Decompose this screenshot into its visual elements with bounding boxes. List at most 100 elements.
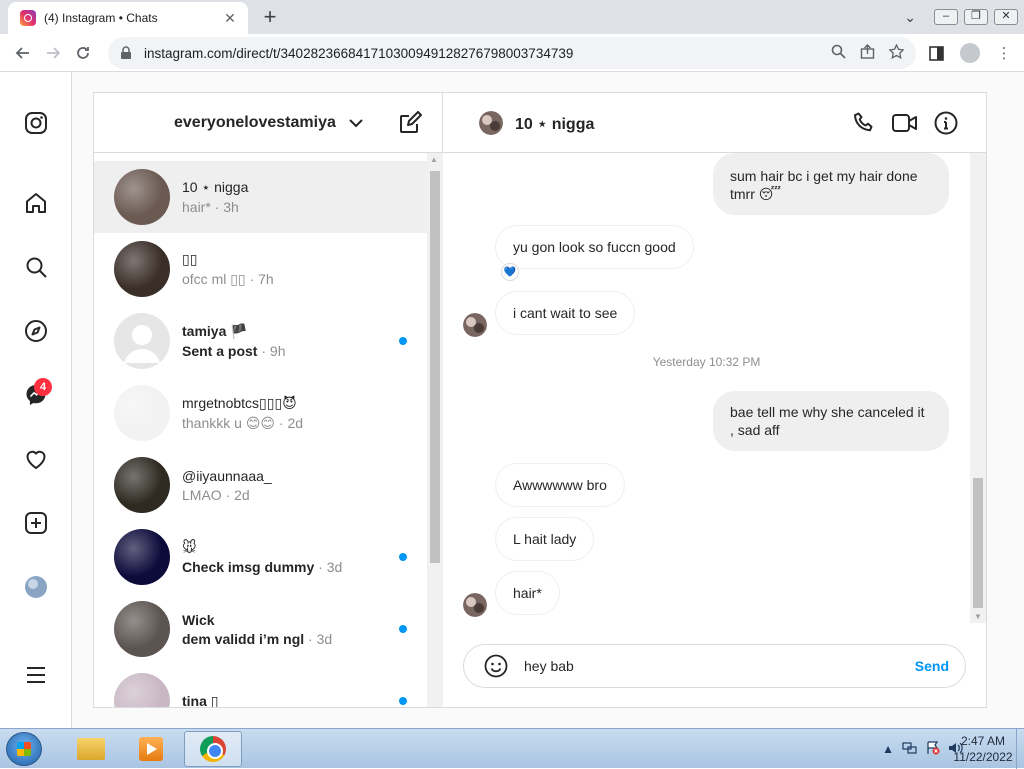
thread-separator: · — [210, 199, 224, 215]
home-icon[interactable] — [24, 191, 48, 215]
create-post-icon[interactable] — [24, 511, 48, 535]
message-bubble-sent[interactable]: sum hair bc i get my hair done tmrr 😴 — [713, 153, 949, 215]
thread-separator: · — [245, 270, 259, 287]
windows-taskbar: ▲ 2:47 AM 11/22/2022 — [0, 728, 1024, 769]
thread-time: 7h — [258, 270, 274, 287]
sender-avatar[interactable] — [463, 313, 487, 337]
chat-avatar[interactable] — [479, 111, 503, 135]
message-input[interactable] — [524, 658, 915, 674]
new-message-compose-icon[interactable] — [398, 111, 422, 140]
thread-time: 3h — [223, 199, 239, 215]
thread-avatar — [114, 241, 170, 297]
file-explorer-taskbar-icon[interactable] — [62, 731, 120, 767]
account-switcher[interactable]: everyonelovestamiya — [174, 113, 366, 133]
chat-scrollbar[interactable]: ▼ — [970, 153, 986, 623]
chat-title[interactable]: 10 ⋆ nigga — [515, 114, 594, 134]
thread-time: 2d — [234, 486, 250, 503]
thread-row[interactable]: Wick dem validd i’m ngl · 3d — [94, 593, 427, 665]
thread-time: 3d — [326, 559, 343, 575]
more-menu-icon[interactable] — [24, 663, 48, 687]
thread-avatar — [114, 529, 170, 585]
inbox-scrollbar[interactable]: ▲ — [427, 153, 443, 707]
thread-avatar — [114, 169, 170, 225]
thread-preview: Sent a post · 9h — [182, 343, 286, 359]
scroll-up-arrow-icon[interactable]: ▲ — [430, 155, 438, 164]
thread-row[interactable]: ▯▯ ofcc ml ▯▯ · 7h — [94, 233, 427, 305]
thread-time: 9h — [269, 343, 286, 359]
message-bubble-received[interactable]: Awwwwww bro — [495, 463, 625, 507]
bookmark-star-icon[interactable] — [888, 42, 905, 63]
message-bubble-received[interactable]: yu gon look so fuccn good — [495, 225, 694, 269]
thread-avatar — [114, 457, 170, 513]
thread-preview: hair* · 3h — [182, 199, 248, 215]
thread-row[interactable]: 🐭 Check imsg dummy · 3d — [94, 521, 427, 593]
action-center-flag-icon[interactable] — [926, 740, 940, 758]
video-call-icon[interactable] — [892, 111, 918, 140]
system-clock[interactable]: 2:47 AM 11/22/2022 — [950, 733, 1016, 765]
thread-name: tamiya 🏴 — [182, 323, 248, 339]
unread-dot — [399, 697, 407, 705]
address-bar[interactable]: instagram.com/direct/t/34028236684171030… — [108, 37, 916, 69]
message-bubble-received[interactable]: L hait lady — [495, 517, 595, 561]
emoji-picker-icon[interactable] — [484, 654, 508, 678]
browser-menu-icon[interactable]: ⋮ — [992, 38, 1016, 68]
thread-time: 2d — [287, 414, 304, 431]
chevron-down-icon — [349, 119, 363, 128]
thread-separator: · — [275, 414, 288, 431]
message-bubble-received[interactable]: hair* — [495, 571, 560, 615]
thread-avatar — [114, 313, 170, 369]
unread-dot — [399, 337, 407, 345]
media-player-taskbar-icon[interactable] — [122, 731, 180, 767]
thread-separator: · — [304, 630, 317, 647]
clock-date: 11/22/2022 — [953, 750, 1013, 764]
instagram-logo-icon[interactable] — [24, 111, 48, 135]
thread-preview-text: ofcc ml ▯▯ — [182, 270, 246, 287]
start-button[interactable] — [6, 732, 42, 766]
search-icon[interactable] — [24, 255, 48, 279]
notifications-heart-icon[interactable] — [24, 447, 48, 471]
thread-row[interactable]: @iiyaunnaaa_ LMAO · 2d — [94, 449, 427, 521]
search-icon[interactable] — [831, 44, 846, 63]
send-button[interactable]: Send — [915, 658, 949, 674]
back-button[interactable] — [8, 38, 38, 68]
message-bubble-sent[interactable]: bae tell me why she canceled it , sad af… — [713, 391, 949, 451]
thread-name: tina ▯ — [182, 692, 219, 708]
chrome-taskbar-icon[interactable] — [184, 731, 242, 767]
thread-list: 10 ⋆ nigga hair* · 3h ▯▯ ofcc ml ▯▯ · 7h tam… — [94, 161, 427, 707]
thread-separator: · — [257, 343, 270, 359]
share-icon[interactable] — [860, 43, 875, 63]
conversation-info-icon[interactable] — [934, 111, 958, 140]
profile-avatar-icon[interactable] — [958, 38, 982, 68]
sender-avatar[interactable] — [463, 593, 487, 617]
browser-tab-bar: (4) Instagram • Chats ✕ + ⌄ – ❐ ✕ — [0, 0, 1024, 34]
profile-avatar[interactable] — [24, 575, 48, 599]
thread-separator: · — [314, 559, 327, 575]
thread-row[interactable]: tamiya 🏴 Sent a post · 9h — [94, 305, 427, 377]
reload-button[interactable] — [68, 38, 98, 68]
restore-button[interactable]: ❐ — [964, 9, 988, 25]
scroll-down-arrow-icon[interactable]: ▼ — [974, 612, 982, 621]
message-bubble-received[interactable]: i cant wait to see — [495, 291, 636, 335]
tab-search-chevron-icon[interactable]: ⌄ — [904, 9, 916, 26]
inbox-scrollbar-thumb[interactable] — [430, 171, 440, 563]
show-desktop-button[interactable] — [1016, 729, 1024, 769]
thread-row[interactable]: tina ▯ — [94, 665, 427, 707]
thread-row[interactable]: mrgetnobtcs▯▯▯😈 thankkk u 😊😊 · 2d — [94, 377, 427, 449]
thread-row[interactable]: 10 ⋆ nigga hair* · 3h — [94, 161, 427, 233]
close-tab-icon[interactable]: ✕ — [222, 10, 238, 27]
new-tab-button[interactable]: + — [258, 4, 282, 30]
side-panel-icon[interactable] — [924, 38, 948, 68]
audio-call-icon[interactable] — [852, 111, 876, 140]
browser-tab[interactable]: (4) Instagram • Chats ✕ — [8, 2, 248, 34]
thread-avatar — [114, 673, 170, 707]
show-hidden-icons-arrow-icon[interactable]: ▲ — [882, 742, 894, 756]
close-window-button[interactable]: ✕ — [994, 9, 1018, 25]
network-icon[interactable] — [902, 741, 918, 758]
forward-button[interactable] — [38, 38, 68, 68]
minimize-button[interactable]: – — [934, 9, 958, 25]
chat-scrollbar-thumb[interactable] — [973, 478, 983, 608]
explore-compass-icon[interactable] — [24, 319, 48, 343]
heart-reaction-badge[interactable]: 💙 — [501, 263, 519, 281]
thread-time: 3d — [316, 630, 333, 647]
message-thread: sum hair bc i get my hair done tmrr 😴 yu… — [443, 153, 970, 623]
